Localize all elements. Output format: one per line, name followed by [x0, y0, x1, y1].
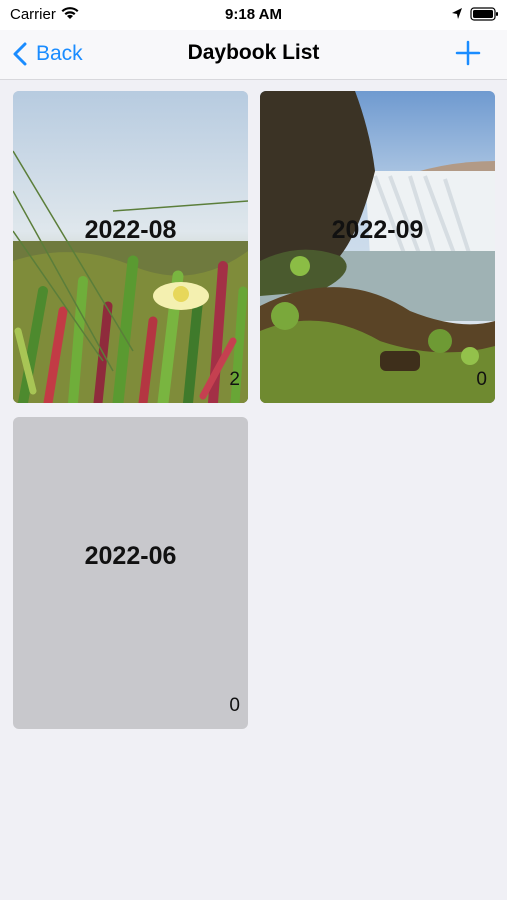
battery-icon	[470, 6, 500, 27]
status-time: 9:18 AM	[225, 6, 282, 23]
status-bar: Carrier 9:18 AM	[0, 0, 507, 30]
daybook-title: 2022-06	[84, 542, 177, 570]
plus-icon[interactable]	[455, 40, 481, 66]
waterfall-photo	[260, 91, 495, 403]
daybook-count: 0	[229, 695, 240, 716]
navigation-bar: Back Daybook List	[0, 30, 507, 80]
daybook-title: 2022-08	[84, 216, 177, 244]
daybook-card[interactable]: 2022-08 2	[13, 91, 248, 403]
daybook-title: 2022-09	[331, 216, 424, 244]
daybook-count: 0	[476, 369, 487, 390]
daybook-card[interactable]: 2022-09 0	[260, 91, 495, 403]
page-title: Daybook List	[187, 41, 320, 64]
flower-photo	[13, 91, 248, 403]
location-arrow-icon	[450, 6, 464, 27]
daybook-card[interactable]: 2022-06 0	[13, 417, 248, 729]
daybook-count: 2	[229, 369, 240, 390]
